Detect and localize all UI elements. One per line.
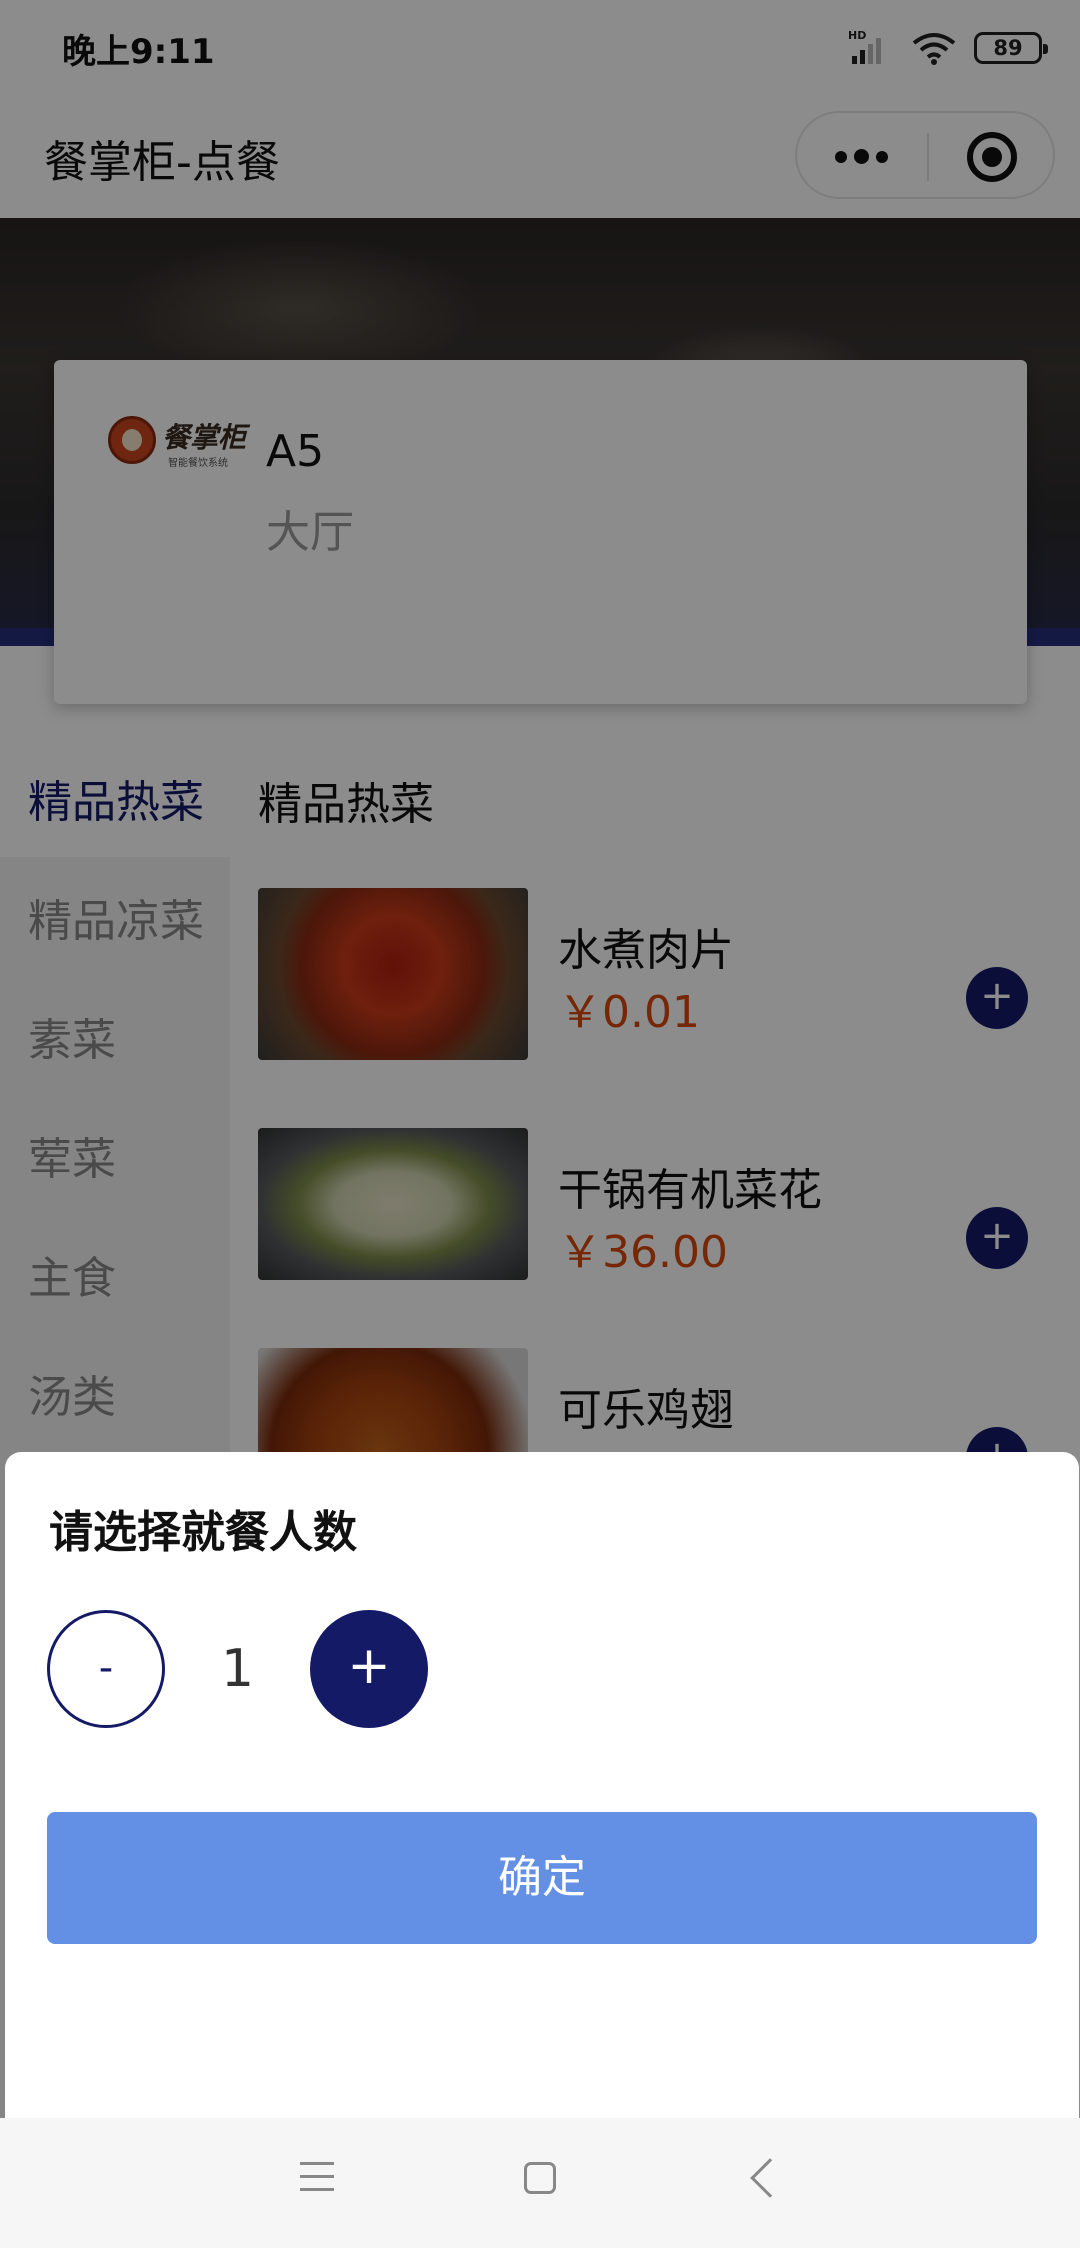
decrease-button[interactable]: - <box>47 1610 165 1728</box>
confirm-button[interactable]: 确定 <box>47 1812 1037 1944</box>
back-icon[interactable] <box>750 2158 790 2198</box>
menu-icon[interactable] <box>300 2162 334 2192</box>
party-size-modal: 请选择就餐人数 - 1 + 确定 <box>5 1452 1079 2118</box>
increase-button[interactable]: + <box>310 1610 428 1728</box>
page: 晚上9:11 HD 89 餐掌柜-点餐 餐掌柜 智能餐饮系统 A5 大厅 精品热… <box>0 0 1080 2248</box>
system-nav-bar <box>0 2118 1080 2248</box>
modal-title: 请选择就餐人数 <box>49 1507 357 1558</box>
party-size-value: 1 <box>220 1639 255 1699</box>
home-icon[interactable] <box>524 2162 556 2194</box>
